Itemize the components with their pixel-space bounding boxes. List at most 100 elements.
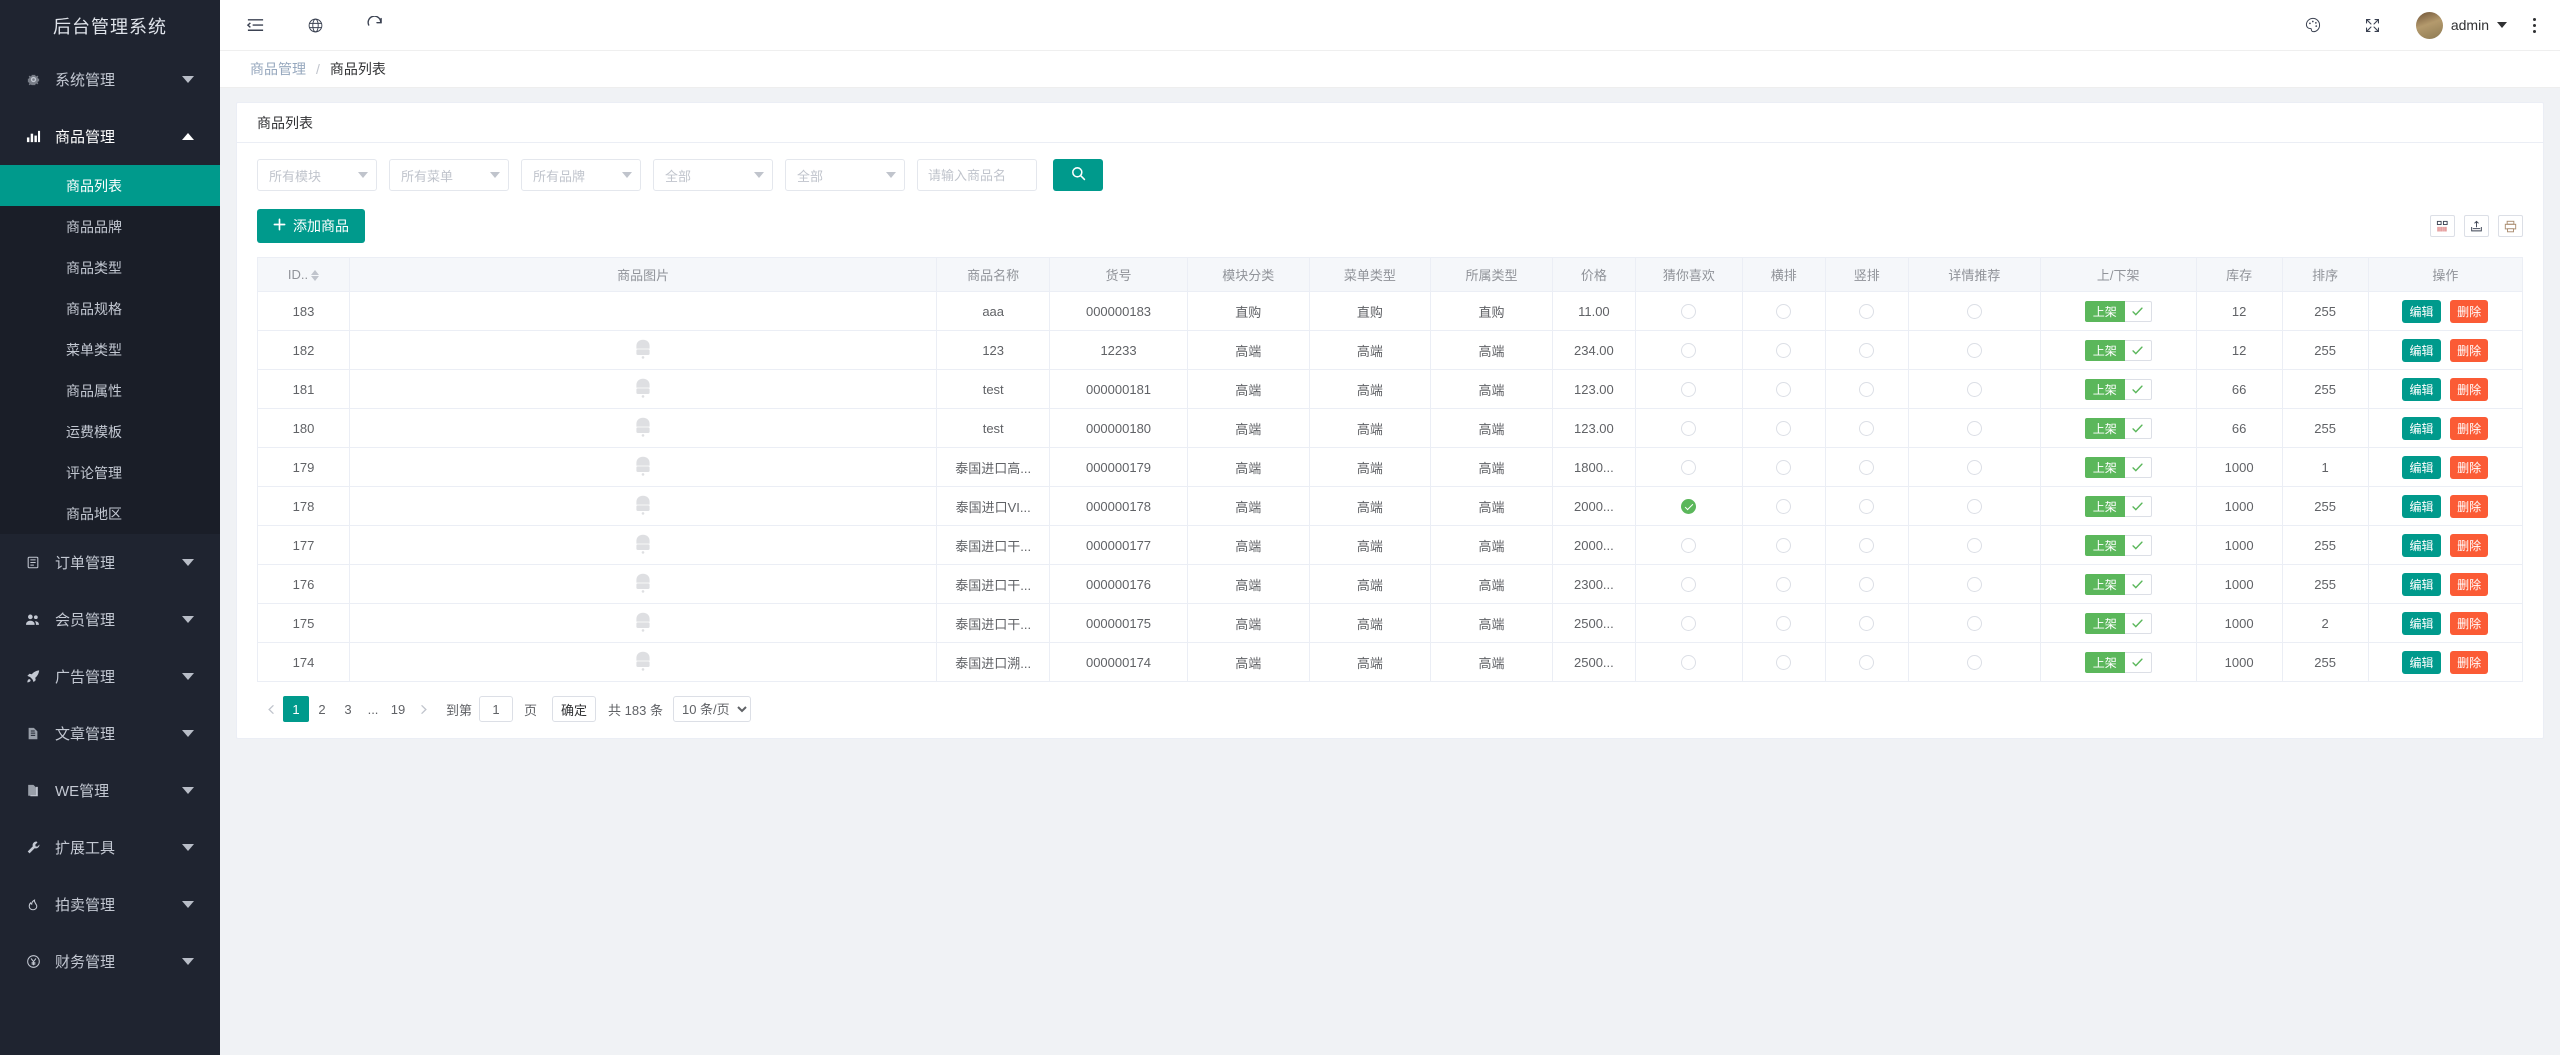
radio-unchecked-icon[interactable] — [1859, 655, 1874, 670]
edit-button[interactable]: 编辑 — [2402, 573, 2440, 596]
cell-shelf[interactable]: 上架 — [2040, 487, 2196, 526]
cell-vertical[interactable] — [1825, 526, 1908, 565]
jump-page-input[interactable] — [479, 696, 513, 722]
edit-button[interactable]: 编辑 — [2402, 378, 2440, 401]
shelf-switch[interactable]: 上架 — [2085, 340, 2152, 361]
breadcrumb-parent[interactable]: 商品管理 — [250, 59, 306, 79]
radio-unchecked-icon[interactable] — [1859, 343, 1874, 358]
radio-unchecked-icon[interactable] — [1776, 577, 1791, 592]
filter-type-select[interactable]: 全部 — [785, 159, 905, 191]
cell-guess-like[interactable] — [1635, 526, 1742, 565]
cell-horizontal[interactable] — [1742, 643, 1825, 682]
radio-unchecked-icon[interactable] — [1776, 343, 1791, 358]
radio-unchecked-icon[interactable] — [1967, 343, 1982, 358]
edit-button[interactable]: 编辑 — [2402, 339, 2440, 362]
shelf-switch[interactable]: 上架 — [2085, 379, 2152, 400]
shelf-switch[interactable]: 上架 — [2085, 301, 2152, 322]
edit-button[interactable]: 编辑 — [2402, 495, 2440, 518]
cell-horizontal[interactable] — [1742, 370, 1825, 409]
sidebar-subitem-freight-template[interactable]: 运费模板 — [0, 411, 220, 452]
cell-detail-recommend[interactable] — [1908, 565, 2040, 604]
cell-horizontal[interactable] — [1742, 487, 1825, 526]
refresh-icon[interactable] — [358, 8, 392, 42]
cell-vertical[interactable] — [1825, 292, 1908, 331]
radio-unchecked-icon[interactable] — [1776, 538, 1791, 553]
filter-menu-select[interactable]: 所有菜单 — [389, 159, 509, 191]
cell-shelf[interactable]: 上架 — [2040, 370, 2196, 409]
fullscreen-icon[interactable] — [2356, 8, 2390, 42]
delete-button[interactable]: 删除 — [2450, 300, 2488, 323]
cell-detail-recommend[interactable] — [1908, 292, 2040, 331]
search-button[interactable] — [1053, 159, 1103, 191]
cell-vertical[interactable] — [1825, 331, 1908, 370]
radio-unchecked-icon[interactable] — [1776, 655, 1791, 670]
cell-detail-recommend[interactable] — [1908, 448, 2040, 487]
radio-unchecked-icon[interactable] — [1776, 460, 1791, 475]
page-ellipsis[interactable]: ... — [361, 702, 385, 717]
radio-unchecked-icon[interactable] — [1776, 304, 1791, 319]
sort-icon[interactable] — [311, 270, 319, 281]
cell-vertical[interactable] — [1825, 370, 1908, 409]
radio-unchecked-icon[interactable] — [1681, 538, 1696, 553]
cell-detail-recommend[interactable] — [1908, 370, 2040, 409]
delete-button[interactable]: 删除 — [2450, 651, 2488, 674]
delete-button[interactable]: 删除 — [2450, 612, 2488, 635]
cell-shelf[interactable]: 上架 — [2040, 292, 2196, 331]
cell-detail-recommend[interactable] — [1908, 643, 2040, 682]
delete-button[interactable]: 删除 — [2450, 339, 2488, 362]
radio-unchecked-icon[interactable] — [1776, 421, 1791, 436]
radio-unchecked-icon[interactable] — [1859, 304, 1874, 319]
radio-unchecked-icon[interactable] — [1776, 382, 1791, 397]
table-row[interactable]: 174 泰国进口溯... 000000174 高端 高端 高端 2500... … — [258, 643, 2523, 682]
edit-button[interactable]: 编辑 — [2402, 417, 2440, 440]
cell-vertical[interactable] — [1825, 487, 1908, 526]
cell-shelf[interactable]: 上架 — [2040, 526, 2196, 565]
cell-guess-like[interactable] — [1635, 487, 1742, 526]
page-3[interactable]: 3 — [335, 696, 361, 722]
sidebar-item-product[interactable]: 商品管理 — [0, 108, 220, 165]
radio-unchecked-icon[interactable] — [1859, 538, 1874, 553]
filter-brand-select[interactable]: 所有品牌 — [521, 159, 641, 191]
columns-icon[interactable] — [2430, 215, 2455, 237]
table-row[interactable]: 176 泰国进口干... 000000176 高端 高端 高端 2300... … — [258, 565, 2523, 604]
sidebar-item-ad[interactable]: 广告管理 — [0, 648, 220, 705]
radio-unchecked-icon[interactable] — [1859, 499, 1874, 514]
sidebar-item-system[interactable]: 系统管理 — [0, 51, 220, 108]
export-icon[interactable] — [2464, 215, 2489, 237]
col-id[interactable]: ID.. — [258, 258, 350, 292]
user-menu[interactable]: admin — [2416, 12, 2507, 39]
radio-unchecked-icon[interactable] — [1967, 616, 1982, 631]
table-row[interactable]: 177 泰国进口干... 000000177 高端 高端 高端 2000... … — [258, 526, 2523, 565]
radio-checked-icon[interactable] — [1681, 499, 1696, 514]
cell-vertical[interactable] — [1825, 409, 1908, 448]
edit-button[interactable]: 编辑 — [2402, 651, 2440, 674]
globe-icon[interactable] — [298, 8, 332, 42]
confirm-jump-button[interactable]: 确定 — [552, 696, 596, 722]
page-1[interactable]: 1 — [283, 696, 309, 722]
sidebar-subitem-product-attr[interactable]: 商品属性 — [0, 370, 220, 411]
print-icon[interactable] — [2498, 215, 2523, 237]
table-row[interactable]: 181 test 000000181 高端 高端 高端 123.00 上架 66… — [258, 370, 2523, 409]
table-row[interactable]: 180 test 000000180 高端 高端 高端 123.00 上架 66… — [258, 409, 2523, 448]
radio-unchecked-icon[interactable] — [1776, 616, 1791, 631]
radio-unchecked-icon[interactable] — [1681, 421, 1696, 436]
edit-button[interactable]: 编辑 — [2402, 612, 2440, 635]
sidebar-subitem-product-brand[interactable]: 商品品牌 — [0, 206, 220, 247]
radio-unchecked-icon[interactable] — [1681, 616, 1696, 631]
cell-detail-recommend[interactable] — [1908, 604, 2040, 643]
cell-vertical[interactable] — [1825, 448, 1908, 487]
radio-unchecked-icon[interactable] — [1681, 655, 1696, 670]
radio-unchecked-icon[interactable] — [1859, 577, 1874, 592]
shelf-switch[interactable]: 上架 — [2085, 418, 2152, 439]
delete-button[interactable]: 删除 — [2450, 495, 2488, 518]
shelf-switch[interactable]: 上架 — [2085, 457, 2152, 478]
chevron-left-icon[interactable] — [259, 696, 283, 722]
cell-vertical[interactable] — [1825, 643, 1908, 682]
radio-unchecked-icon[interactable] — [1967, 538, 1982, 553]
cell-guess-like[interactable] — [1635, 604, 1742, 643]
palette-icon[interactable] — [2296, 8, 2330, 42]
shelf-switch[interactable]: 上架 — [2085, 613, 2152, 634]
cell-shelf[interactable]: 上架 — [2040, 448, 2196, 487]
table-row[interactable]: 178 泰国进口VI... 000000178 高端 高端 高端 2000...… — [258, 487, 2523, 526]
cell-shelf[interactable]: 上架 — [2040, 331, 2196, 370]
